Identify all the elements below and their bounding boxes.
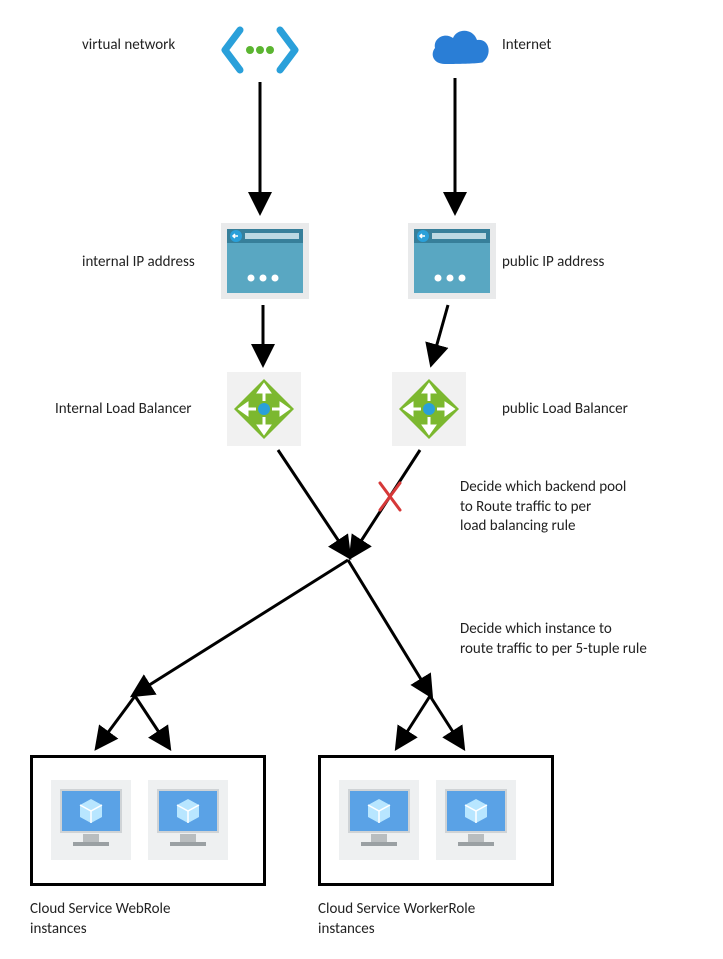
workerrole-instances-box [318, 755, 554, 886]
monitor-icon [51, 780, 131, 860]
diagram-canvas: virtual network Internet internal IP add… [0, 0, 723, 959]
label-internal-lb: Internal Load Balancer [55, 400, 192, 420]
label-decide-instance: Decide which instance to route traffic t… [460, 620, 710, 659]
label-workerrole: Cloud Service WorkerRole instances [318, 900, 538, 939]
monitor-icon [339, 780, 419, 860]
load-balancer-icon [392, 372, 466, 446]
load-balancer-icon [227, 372, 301, 446]
webrole-instances-box [30, 755, 266, 886]
monitor-icon [436, 780, 516, 860]
cloud-icon [425, 24, 495, 74]
label-internal-ip: internal IP address [82, 253, 195, 273]
label-decide-pool: Decide which backend pool to Route traff… [460, 478, 700, 537]
label-internet: Internet [502, 36, 551, 56]
label-vnet: virtual network [82, 36, 175, 56]
label-public-ip: public IP address [502, 253, 604, 273]
label-webrole: Cloud Service WebRole instances [30, 900, 230, 939]
vnet-icon [220, 20, 300, 80]
label-public-lb: public Load Balancer [502, 400, 628, 420]
browser-window-icon [408, 223, 496, 299]
red-x-mark [380, 483, 400, 510]
browser-window-icon [221, 223, 309, 299]
monitor-icon [148, 780, 228, 860]
